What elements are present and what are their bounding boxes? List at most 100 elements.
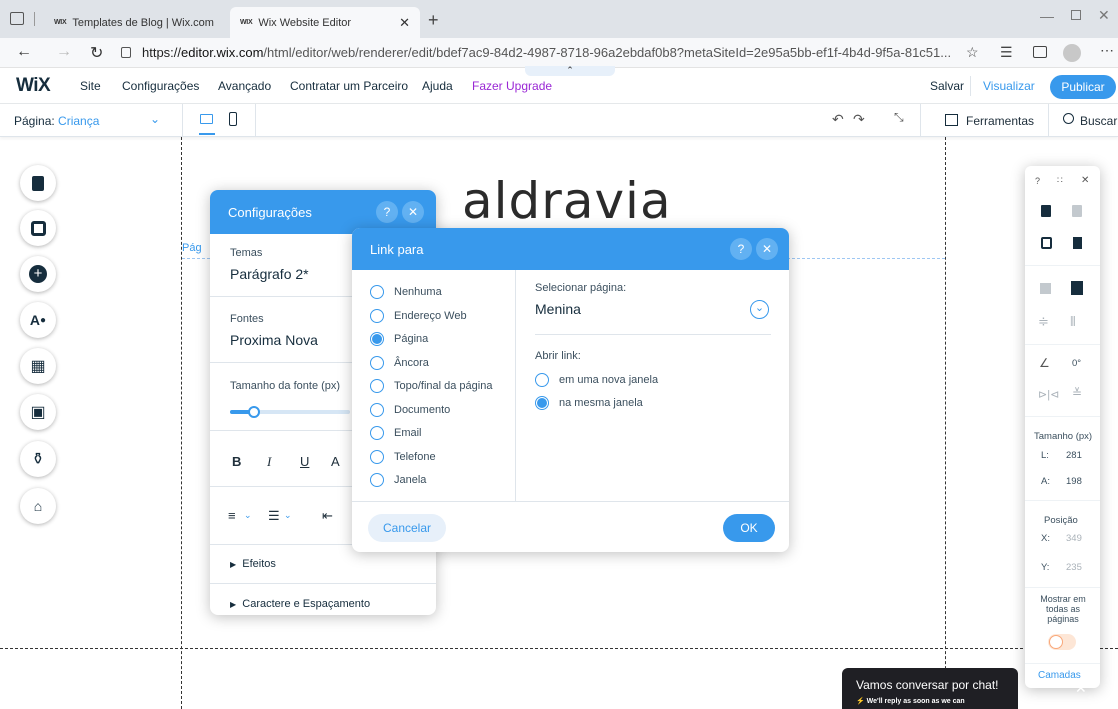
close-icon[interactable]: ✕ <box>402 201 424 223</box>
drag-handle-icon[interactable]: ∷ <box>1057 175 1063 186</box>
bullet-list-icon[interactable]: ☰ <box>268 508 280 524</box>
preview-button[interactable]: Visualizar <box>983 79 1035 93</box>
duplicate-icon[interactable] <box>1041 237 1052 249</box>
radio-button[interactable] <box>370 332 384 346</box>
align-left-icon[interactable]: ≡ <box>228 508 236 523</box>
chevron-down-icon[interactable]: ⌄ <box>244 510 252 521</box>
menu-help[interactable]: Ajuda <box>422 79 453 93</box>
bold-icon[interactable]: B <box>232 454 241 469</box>
menu-upgrade[interactable]: Fazer Upgrade <box>472 79 552 93</box>
link-type-option[interactable]: Endereço Web <box>370 308 467 323</box>
x-value[interactable]: 349 <box>1066 533 1082 544</box>
close-tab-icon[interactable]: ✕ <box>399 15 410 31</box>
open-link-option[interactable]: em uma nova janela <box>535 373 658 387</box>
undo-icon[interactable]: ↶ <box>832 111 844 128</box>
y-value[interactable]: 235 <box>1066 562 1082 573</box>
font-dropdown[interactable]: Proxima Nova <box>230 332 318 348</box>
copy-icon[interactable] <box>1041 205 1051 217</box>
minimize-icon[interactable]: — <box>1040 8 1054 24</box>
radio-button[interactable] <box>370 449 384 464</box>
browser-tab-editor[interactable]: WIX Wix Website Editor ✕ <box>230 7 420 38</box>
favorites-icon[interactable]: ☰ <box>1000 44 1013 61</box>
radio-button[interactable] <box>370 285 384 299</box>
chevron-down-icon[interactable]: ⌄ <box>150 112 160 126</box>
maximize-icon[interactable] <box>1071 10 1081 20</box>
radio-button[interactable] <box>370 355 384 370</box>
radio-button[interactable] <box>535 396 549 410</box>
link-type-option[interactable]: Topo/final da página <box>370 379 492 393</box>
link-type-option[interactable]: Email <box>370 426 422 440</box>
rotate-icon[interactable]: ∠ <box>1039 356 1050 370</box>
trash-icon[interactable] <box>1073 237 1082 249</box>
link-type-option[interactable]: Janela <box>370 473 426 487</box>
show-on-all-pages-toggle[interactable] <box>1048 634 1076 650</box>
chat-widget[interactable]: Vamos conversar por chat! ⚡ We'll reply … <box>842 668 1018 709</box>
tools-icon[interactable] <box>945 114 958 126</box>
link-type-option[interactable]: Documento <box>370 402 450 417</box>
theme-manager-icon[interactable]: A ● <box>20 302 56 338</box>
back-icon[interactable]: ← <box>16 43 32 61</box>
menu-settings[interactable]: Configurações <box>122 79 199 93</box>
chevron-down-icon[interactable]: ⌄ <box>284 510 292 521</box>
business-icon[interactable]: ⌂ <box>20 488 56 524</box>
open-link-option[interactable]: na mesma janela <box>535 396 643 410</box>
search-button[interactable]: Buscar <box>1080 114 1117 128</box>
menu-advanced[interactable]: Avançado <box>218 79 271 93</box>
theme-dropdown[interactable]: Parágrafo 2* <box>230 266 309 282</box>
radio-button[interactable] <box>370 379 384 393</box>
arrange-front-icon[interactable] <box>1071 281 1083 295</box>
help-icon[interactable]: ? <box>1035 176 1040 186</box>
align-icon[interactable]: ≑ <box>1038 314 1049 330</box>
link-type-option[interactable]: Nenhuma <box>370 285 442 299</box>
url-field[interactable]: https://editor.wix.com/html/editor/web/r… <box>142 45 951 60</box>
menu-site[interactable]: Site <box>80 79 101 93</box>
mobile-view-icon[interactable] <box>229 112 237 126</box>
desktop-view-icon[interactable] <box>200 114 213 124</box>
menu-hire-partner[interactable]: Contratar um Parceiro <box>290 79 408 93</box>
text-color-icon[interactable]: A <box>331 454 340 469</box>
effects-section[interactable]: ▶ Efeitos <box>230 558 276 570</box>
save-button[interactable]: Salvar <box>930 79 964 93</box>
link-type-option[interactable]: Página <box>370 332 428 346</box>
tools-button[interactable]: Ferramentas <box>966 114 1034 128</box>
collections-icon[interactable] <box>1033 46 1047 58</box>
underline-icon[interactable]: U <box>300 454 309 469</box>
chevron-down-icon[interactable]: ⌄ <box>750 300 769 319</box>
menus-pages-icon[interactable] <box>20 165 56 201</box>
add-icon[interactable]: + <box>20 256 56 292</box>
more-icon[interactable]: ⋯ <box>1100 42 1114 59</box>
cancel-button[interactable]: Cancelar <box>368 514 446 542</box>
radio-button[interactable] <box>370 308 384 323</box>
background-icon[interactable] <box>20 210 56 246</box>
rotation-value[interactable]: 0° <box>1072 358 1081 369</box>
close-icon[interactable]: ✕ <box>1081 175 1089 186</box>
italic-icon[interactable]: I <box>267 454 271 470</box>
new-tab-icon[interactable]: + <box>428 10 439 31</box>
chat-close-icon[interactable]: ✕ <box>1075 680 1087 697</box>
blog-icon[interactable]: ⚱ <box>20 441 56 477</box>
radio-button[interactable] <box>370 402 384 417</box>
indent-icon[interactable]: ⇤ <box>322 508 333 524</box>
help-icon[interactable]: ? <box>730 238 752 260</box>
char-spacing-section[interactable]: ▶ Caractere e Espaçamento <box>230 598 370 610</box>
link-dialog-header[interactable]: Link para ? ✕ <box>352 228 789 270</box>
page-dropdown[interactable]: Menina <box>535 301 581 317</box>
link-type-option[interactable]: Âncora <box>370 355 429 370</box>
ok-button[interactable]: OK <box>723 514 775 542</box>
width-value[interactable]: 281 <box>1066 450 1082 461</box>
arrange-back-icon[interactable] <box>1040 283 1051 294</box>
link-type-option[interactable]: Telefone <box>370 449 436 464</box>
page-selector[interactable]: Página: Criança <box>14 114 99 128</box>
reload-icon[interactable]: ↻ <box>90 43 103 63</box>
zoom-out-icon[interactable]: ⤡ <box>894 110 904 125</box>
search-icon[interactable] <box>1063 113 1074 124</box>
radio-button[interactable] <box>370 473 384 487</box>
collapse-bar-chevron-icon[interactable]: ⌃ <box>525 66 615 76</box>
media-icon[interactable]: ▣ <box>20 394 56 430</box>
height-value[interactable]: 198 <box>1066 476 1082 487</box>
distribute-icon[interactable]: ⦀ <box>1070 314 1076 330</box>
flip-horizontal-icon[interactable]: ⊳|⊲ <box>1038 388 1059 401</box>
radio-button[interactable] <box>370 426 384 440</box>
flip-vertical-icon[interactable]: ≚ <box>1072 386 1082 400</box>
site-title[interactable]: aldravia <box>462 176 672 226</box>
